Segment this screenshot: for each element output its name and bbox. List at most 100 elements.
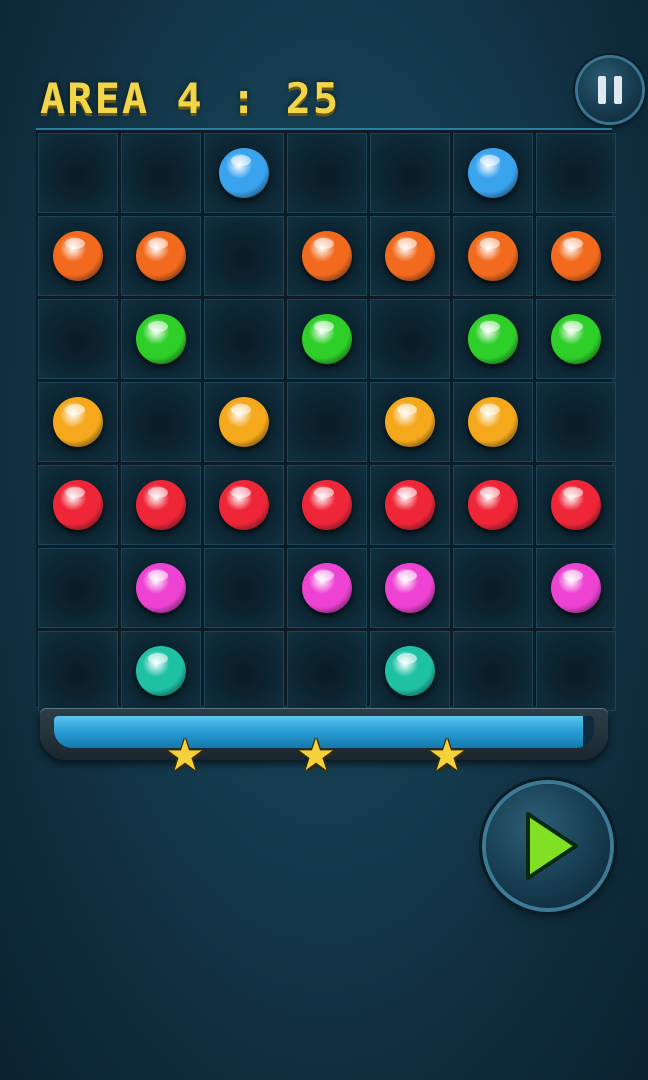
play-button[interactable] — [486, 784, 610, 908]
orange-ball[interactable] — [468, 231, 518, 281]
red-ball[interactable] — [302, 480, 352, 530]
empty-slot — [547, 642, 605, 700]
orange-ball[interactable] — [302, 231, 352, 281]
board-cell[interactable] — [370, 631, 450, 711]
green-ball[interactable] — [551, 314, 601, 364]
board-cell[interactable] — [370, 216, 450, 296]
board-cell[interactable] — [204, 382, 284, 462]
board-cell[interactable] — [121, 299, 201, 379]
board-cell[interactable] — [121, 382, 201, 462]
board-cell[interactable] — [536, 133, 616, 213]
board-cell[interactable] — [204, 465, 284, 545]
board-cell[interactable] — [38, 216, 118, 296]
empty-slot — [49, 642, 107, 700]
game-board — [36, 128, 616, 711]
board-cell[interactable] — [536, 465, 616, 545]
board-cell[interactable] — [453, 299, 533, 379]
board-cell[interactable] — [38, 631, 118, 711]
red-ball[interactable] — [136, 480, 186, 530]
board-cell[interactable] — [370, 133, 450, 213]
yellow-ball[interactable] — [219, 397, 269, 447]
star-icon-2: ★ — [296, 730, 336, 781]
green-ball[interactable] — [302, 314, 352, 364]
board-cell[interactable] — [287, 216, 367, 296]
board-cell[interactable] — [204, 133, 284, 213]
board-cell[interactable] — [536, 216, 616, 296]
board-cell[interactable] — [536, 631, 616, 711]
empty-slot — [547, 144, 605, 202]
orange-ball[interactable] — [385, 231, 435, 281]
empty-slot — [381, 144, 439, 202]
board-cell[interactable] — [287, 548, 367, 628]
board-cell[interactable] — [121, 465, 201, 545]
board-cell[interactable] — [370, 382, 450, 462]
board-cell[interactable] — [204, 631, 284, 711]
empty-slot — [215, 642, 273, 700]
board-cell[interactable] — [453, 548, 533, 628]
board-cell[interactable] — [121, 216, 201, 296]
red-ball[interactable] — [53, 480, 103, 530]
green-ball[interactable] — [136, 314, 186, 364]
board-cell[interactable] — [287, 382, 367, 462]
star-icon-1: ★ — [165, 730, 205, 781]
magenta-ball[interactable] — [551, 563, 601, 613]
red-ball[interactable] — [385, 480, 435, 530]
board-cell[interactable] — [287, 631, 367, 711]
board-cell[interactable] — [38, 382, 118, 462]
yellow-ball[interactable] — [385, 397, 435, 447]
board-cell[interactable] — [287, 465, 367, 545]
board-cell[interactable] — [370, 465, 450, 545]
orange-ball[interactable] — [136, 231, 186, 281]
board-cell[interactable] — [370, 299, 450, 379]
board-cell[interactable] — [204, 548, 284, 628]
board-cell[interactable] — [287, 299, 367, 379]
blue-ball[interactable] — [219, 148, 269, 198]
teal-ball[interactable] — [385, 646, 435, 696]
empty-slot — [49, 559, 107, 617]
red-ball[interactable] — [551, 480, 601, 530]
magenta-ball[interactable] — [302, 563, 352, 613]
empty-slot — [298, 642, 356, 700]
magenta-ball[interactable] — [136, 563, 186, 613]
board-cell[interactable] — [121, 133, 201, 213]
board-cell[interactable] — [38, 548, 118, 628]
orange-ball[interactable] — [53, 231, 103, 281]
teal-ball[interactable] — [136, 646, 186, 696]
board-cell[interactable] — [536, 548, 616, 628]
board-cell[interactable] — [453, 465, 533, 545]
board-cell[interactable] — [38, 465, 118, 545]
board-cell[interactable] — [536, 299, 616, 379]
empty-slot — [49, 144, 107, 202]
empty-slot — [215, 227, 273, 285]
green-ball[interactable] — [468, 314, 518, 364]
board-cell[interactable] — [453, 133, 533, 213]
empty-slot — [381, 310, 439, 368]
blue-ball[interactable] — [468, 148, 518, 198]
board-cell[interactable] — [453, 382, 533, 462]
board-cell[interactable] — [204, 216, 284, 296]
yellow-ball[interactable] — [53, 397, 103, 447]
board-cell[interactable] — [204, 299, 284, 379]
empty-slot — [132, 393, 190, 451]
empty-slot — [49, 310, 107, 368]
star-icon-3: ★ — [427, 730, 467, 781]
board-cell[interactable] — [121, 631, 201, 711]
red-ball[interactable] — [219, 480, 269, 530]
pause-button[interactable] — [578, 58, 642, 122]
board-cell[interactable] — [38, 299, 118, 379]
level-title: AREA 4 : 25 — [40, 74, 341, 123]
magenta-ball[interactable] — [385, 563, 435, 613]
orange-ball[interactable] — [551, 231, 601, 281]
board-cell[interactable] — [121, 548, 201, 628]
red-ball[interactable] — [468, 480, 518, 530]
empty-slot — [298, 144, 356, 202]
play-icon — [526, 812, 578, 880]
board-cell[interactable] — [38, 133, 118, 213]
empty-slot — [215, 310, 273, 368]
board-cell[interactable] — [536, 382, 616, 462]
board-cell[interactable] — [287, 133, 367, 213]
yellow-ball[interactable] — [468, 397, 518, 447]
board-cell[interactable] — [453, 216, 533, 296]
board-cell[interactable] — [370, 548, 450, 628]
board-cell[interactable] — [453, 631, 533, 711]
